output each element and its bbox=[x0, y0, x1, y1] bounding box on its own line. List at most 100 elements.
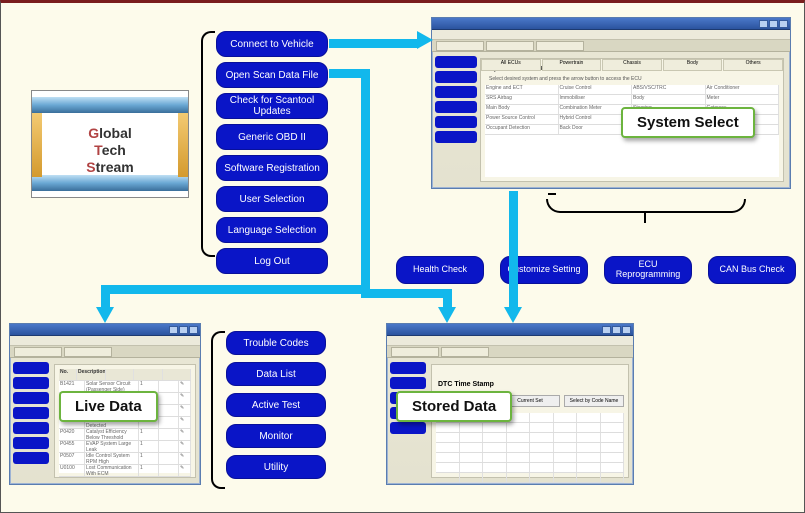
table-cell bbox=[601, 473, 625, 482]
side-button[interactable] bbox=[435, 71, 477, 83]
side-button[interactable] bbox=[435, 131, 477, 143]
table-cell bbox=[159, 453, 179, 464]
min-icon[interactable] bbox=[602, 326, 611, 334]
table-cell bbox=[601, 453, 625, 462]
close-icon[interactable] bbox=[189, 326, 198, 334]
table-cell bbox=[460, 423, 484, 432]
side-button[interactable] bbox=[13, 377, 49, 389]
btn-connect-vehicle[interactable]: Connect to Vehicle bbox=[216, 31, 328, 57]
tab[interactable] bbox=[64, 347, 112, 357]
table-row[interactable]: P0420Catalyst Efficiency Below Threshold… bbox=[59, 429, 191, 441]
table-cell: ✎ bbox=[179, 393, 191, 404]
btn-active-test[interactable]: Active Test bbox=[226, 393, 326, 417]
table-cell: Meter bbox=[706, 95, 780, 104]
table-cell bbox=[460, 443, 484, 452]
table-cell bbox=[601, 413, 625, 422]
side-button[interactable] bbox=[390, 362, 426, 374]
side-button[interactable] bbox=[13, 362, 49, 374]
btn-data-list[interactable]: Data List bbox=[226, 362, 326, 386]
side-button[interactable] bbox=[435, 116, 477, 128]
side-button[interactable] bbox=[13, 452, 49, 464]
btn-health-check[interactable]: Health Check bbox=[396, 256, 484, 284]
table-cell bbox=[577, 413, 601, 422]
max-icon[interactable] bbox=[612, 326, 621, 334]
titlebar bbox=[432, 18, 790, 30]
tabbar bbox=[432, 40, 790, 52]
table-cell: Idle Control System RPM High bbox=[85, 453, 139, 464]
side-button[interactable] bbox=[13, 422, 49, 434]
table-row[interactable]: SRS AirbagImmobiliserBodyMeter bbox=[485, 95, 779, 105]
table-row[interactable]: P0507Idle Control System RPM High1✎ bbox=[59, 453, 191, 465]
callout-system-select: System Select bbox=[621, 107, 755, 138]
min-icon[interactable] bbox=[759, 20, 768, 28]
side-button[interactable] bbox=[435, 101, 477, 113]
table-cell bbox=[577, 433, 601, 442]
table-row[interactable]: P0455EVAP System Large Leak1✎ bbox=[59, 441, 191, 453]
table-cell bbox=[436, 433, 460, 442]
h-bracket bbox=[546, 199, 746, 213]
side-button[interactable] bbox=[13, 407, 49, 419]
table-row[interactable]: Engine and ECTCruise ControlABS/VSC/TRCA… bbox=[485, 85, 779, 95]
table-cell bbox=[577, 443, 601, 452]
side-button[interactable] bbox=[13, 437, 49, 449]
gts-logo-window: Global Tech Stream bbox=[31, 90, 189, 198]
side-button[interactable] bbox=[390, 422, 426, 434]
min-icon[interactable] bbox=[169, 326, 178, 334]
bracket-main-menu bbox=[201, 31, 215, 257]
table-cell bbox=[483, 473, 507, 482]
table-cell bbox=[436, 453, 460, 462]
btn-utility[interactable]: Utility bbox=[226, 455, 326, 479]
btn-trouble-codes[interactable]: Trouble Codes bbox=[226, 331, 326, 355]
decor-bar bbox=[32, 175, 188, 191]
max-icon[interactable] bbox=[769, 20, 778, 28]
table-row[interactable]: U0100Lost Communication With ECM1✎ bbox=[59, 465, 191, 477]
table-cell bbox=[507, 453, 531, 462]
btn-generic-obd2[interactable]: Generic OBD II bbox=[216, 124, 328, 150]
titlebar bbox=[10, 324, 200, 336]
btn-language-select[interactable]: Language Selection bbox=[216, 217, 328, 243]
table-cell bbox=[159, 441, 179, 452]
tab[interactable] bbox=[441, 347, 489, 357]
tab[interactable] bbox=[391, 347, 439, 357]
side-button[interactable] bbox=[390, 377, 426, 389]
table-cell: Power Source Control bbox=[485, 115, 559, 124]
table-cell bbox=[460, 453, 484, 462]
max-icon[interactable] bbox=[179, 326, 188, 334]
subtab[interactable]: All ECUs bbox=[481, 59, 541, 71]
btn-select-by-code[interactable]: Select by Code Name bbox=[564, 395, 624, 407]
tab[interactable] bbox=[486, 41, 534, 51]
btn-ecu-reprogram[interactable]: ECU Reprogramming bbox=[604, 256, 692, 284]
table-cell bbox=[460, 463, 484, 472]
subtab[interactable]: Others bbox=[723, 59, 783, 71]
subtab-row: All ECUsPowertrainChassisBodyOthers bbox=[481, 59, 783, 71]
close-icon[interactable] bbox=[779, 20, 788, 28]
table-cell bbox=[554, 413, 578, 422]
side-button[interactable] bbox=[435, 56, 477, 68]
tab[interactable] bbox=[536, 41, 584, 51]
tab[interactable] bbox=[436, 41, 484, 51]
btn-open-scan-file[interactable]: Open Scan Data File bbox=[216, 62, 328, 88]
close-icon[interactable] bbox=[622, 326, 631, 334]
btn-monitor[interactable]: Monitor bbox=[226, 424, 326, 448]
table-cell: Catalyst Efficiency Below Threshold bbox=[85, 429, 139, 440]
table-cell: 1 bbox=[139, 465, 159, 476]
table-cell bbox=[530, 413, 554, 422]
btn-can-bus-check[interactable]: CAN Bus Check bbox=[708, 256, 796, 284]
table-cell bbox=[554, 453, 578, 462]
side-button[interactable] bbox=[13, 392, 49, 404]
subtab[interactable]: Body bbox=[663, 59, 723, 71]
table-cell bbox=[601, 423, 625, 432]
subtab[interactable]: Powertrain bbox=[542, 59, 602, 71]
btn-check-updates[interactable]: Check for Scantool Updates bbox=[216, 93, 328, 119]
side-button[interactable] bbox=[435, 86, 477, 98]
table-cell: P0455 bbox=[59, 441, 85, 452]
btn-software-reg[interactable]: Software Registration bbox=[216, 155, 328, 181]
table-row bbox=[436, 443, 624, 453]
bracket-sub-menu bbox=[211, 331, 225, 489]
tab[interactable] bbox=[14, 347, 62, 357]
table-cell bbox=[577, 453, 601, 462]
table-row bbox=[436, 463, 624, 473]
btn-log-out[interactable]: Log Out bbox=[216, 248, 328, 274]
subtab[interactable]: Chassis bbox=[602, 59, 662, 71]
btn-user-selection[interactable]: User Selection bbox=[216, 186, 328, 212]
